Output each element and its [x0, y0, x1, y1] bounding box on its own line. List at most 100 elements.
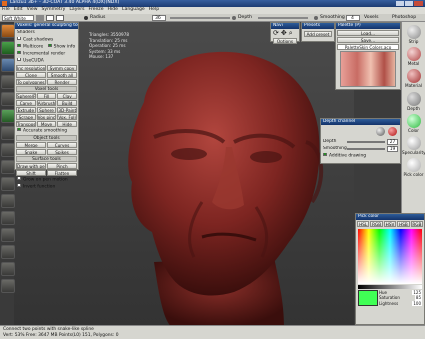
tool-draw-with-pen[interactable]: Draw with pen: [16, 163, 46, 169]
menu-hide[interactable]: Hide: [108, 8, 118, 13]
multicore-checkbox[interactable]: [17, 44, 21, 47]
menu-layers[interactable]: Layers: [69, 8, 84, 13]
tool-transform-icon[interactable]: [1, 194, 15, 208]
accurate-smoothing-row[interactable]: Accurate smoothing: [17, 128, 76, 134]
tool-3d-paint[interactable]: 3D-Paint: [57, 107, 78, 113]
tool-mask-icon[interactable]: [1, 228, 15, 242]
invert-checkbox[interactable]: [17, 184, 21, 187]
tool-spikes[interactable]: Spikes: [47, 149, 77, 155]
incremental-checkbox[interactable]: [17, 51, 21, 54]
color-field[interactable]: [358, 229, 422, 284]
shaders-label[interactable]: Shaders: [17, 30, 76, 36]
palette-save-button[interactable]: Save...: [337, 37, 399, 43]
invert-row[interactable]: Invert function: [17, 184, 76, 190]
radius-slider[interactable]: [170, 17, 230, 19]
tab-voxels[interactable]: Voxels: [364, 15, 379, 21]
depth-item[interactable]: Depth: [402, 91, 425, 111]
tool-scrape[interactable]: Scrape: [16, 114, 36, 120]
to-polygones-button[interactable]: To polygones: [16, 79, 46, 85]
photoshop-label[interactable]: Photoshop: [392, 15, 416, 21]
palette-load-button[interactable]: Load...: [337, 30, 399, 36]
tool-extrude[interactable]: Extrude: [16, 107, 36, 113]
tool-build[interactable]: Build: [57, 100, 78, 106]
depth-channel-value[interactable]: 27: [387, 139, 398, 145]
tool-clone-icon[interactable]: [1, 126, 15, 140]
additive-row[interactable]: Additive drawing: [323, 153, 398, 159]
hue-strip[interactable]: [358, 285, 422, 289]
tool-vox-pinch[interactable]: Vox pinch: [36, 114, 57, 120]
cast-shadows-row[interactable]: Cast shadows: [17, 37, 76, 43]
color-item[interactable]: Color: [402, 113, 425, 133]
close-button[interactable]: [414, 1, 423, 6]
tool-erase-icon[interactable]: [1, 245, 15, 259]
sculpted-head-model[interactable]: [84, 42, 334, 327]
tool-curves[interactable]: Curves: [47, 142, 77, 148]
multicore-row[interactable]: Multicore Show info: [17, 44, 76, 50]
tool-cut-icon[interactable]: [1, 143, 15, 157]
menu-file[interactable]: File: [2, 8, 10, 13]
tool-smooth-icon[interactable]: [1, 58, 15, 72]
tool-retopo-icon[interactable]: [1, 75, 15, 89]
clone-button[interactable]: Clone: [16, 72, 46, 78]
usecuda-row[interactable]: UseCUDA: [17, 58, 76, 64]
depth-smoothing-slider[interactable]: [347, 148, 385, 150]
depth-channel-slider[interactable]: [347, 141, 385, 143]
depth-smoothing-value[interactable]: 19: [387, 146, 398, 152]
brush-field[interactable]: Soft White: [2, 15, 34, 21]
tool-hide[interactable]: Hide: [57, 121, 78, 127]
metal-item[interactable]: Metal: [402, 47, 425, 66]
depth-slider[interactable]: [258, 17, 308, 19]
add-preset-button[interactable]: Add preset: [304, 31, 332, 37]
smoothing-field[interactable]: 4: [346, 15, 360, 21]
tool-carve[interactable]: Carve: [16, 100, 36, 106]
inc-resolution-button[interactable]: Inc resolution: [16, 65, 46, 71]
tool-move-icon[interactable]: [1, 177, 15, 191]
pan-icon[interactable]: ✥: [281, 30, 287, 37]
tool-merge[interactable]: Merge: [16, 142, 46, 148]
tool-fill[interactable]: Fill: [36, 93, 57, 99]
tool-transpose[interactable]: Transpose: [16, 121, 36, 127]
palette-swatches[interactable]: [340, 51, 396, 87]
tool-move[interactable]: Move: [36, 121, 57, 127]
stroke-mode-icon[interactable]: [46, 15, 54, 21]
accurate-smoothing-checkbox[interactable]: [17, 128, 21, 131]
menu-freeze[interactable]: Freeze: [89, 8, 104, 13]
tool-uv-icon[interactable]: [1, 92, 15, 106]
material-item[interactable]: Material: [402, 69, 425, 88]
tool-layers-icon[interactable]: [1, 262, 15, 276]
maximize-button[interactable]: [405, 1, 413, 6]
additive-checkbox[interactable]: [323, 153, 327, 156]
minimize-button[interactable]: [396, 1, 404, 6]
tab-rgb[interactable]: RGB: [370, 221, 383, 227]
tool-paint-icon[interactable]: [1, 41, 15, 55]
menu-edit[interactable]: Edit: [14, 8, 23, 13]
options-button[interactable]: Options: [273, 38, 297, 44]
depth-sphere-icon[interactable]: [376, 127, 385, 136]
tool-pinch[interactable]: Pinch: [47, 163, 77, 169]
alpha-icon[interactable]: [56, 15, 64, 21]
menu-language[interactable]: Language: [122, 8, 145, 13]
smooth-all-button[interactable]: Smooth all: [47, 72, 77, 78]
tool-sphere[interactable]: Sphere: [36, 107, 57, 113]
tool-select-icon[interactable]: [1, 211, 15, 225]
menu-symmetry[interactable]: Symmetry: [42, 8, 66, 13]
specularity-item[interactable]: Specularity: [402, 136, 425, 155]
tool-airbrush[interactable]: Airbrush: [36, 100, 57, 106]
grow-on-pen-row[interactable]: Grow on pen motion: [17, 177, 76, 183]
tool-settings-icon[interactable]: [1, 279, 15, 293]
tool-flatten[interactable]: Flatten: [47, 170, 77, 176]
tool-brush-icon[interactable]: [1, 24, 15, 38]
palette-name-field[interactable]: PaletteSkin Colors.aco: [337, 44, 399, 50]
tab-hsv[interactable]: HSV: [383, 221, 397, 227]
render-button[interactable]: Render: [47, 79, 77, 85]
tool-snake[interactable]: Snake: [16, 149, 46, 155]
depth-off-icon[interactable]: [388, 127, 397, 136]
radius-field[interactable]: 36: [152, 15, 166, 21]
usecuda-checkbox[interactable]: [17, 58, 21, 61]
menu-help[interactable]: Help: [149, 8, 159, 13]
brush-preview-icon[interactable]: [36, 15, 44, 21]
tab-rgb-2[interactable]: RGB: [410, 221, 424, 227]
tool-sphere-pic[interactable]: Sphere/Pic: [16, 93, 36, 99]
show-info-checkbox[interactable]: [47, 44, 52, 47]
symm-copy-button[interactable]: Symm copy: [47, 65, 77, 71]
